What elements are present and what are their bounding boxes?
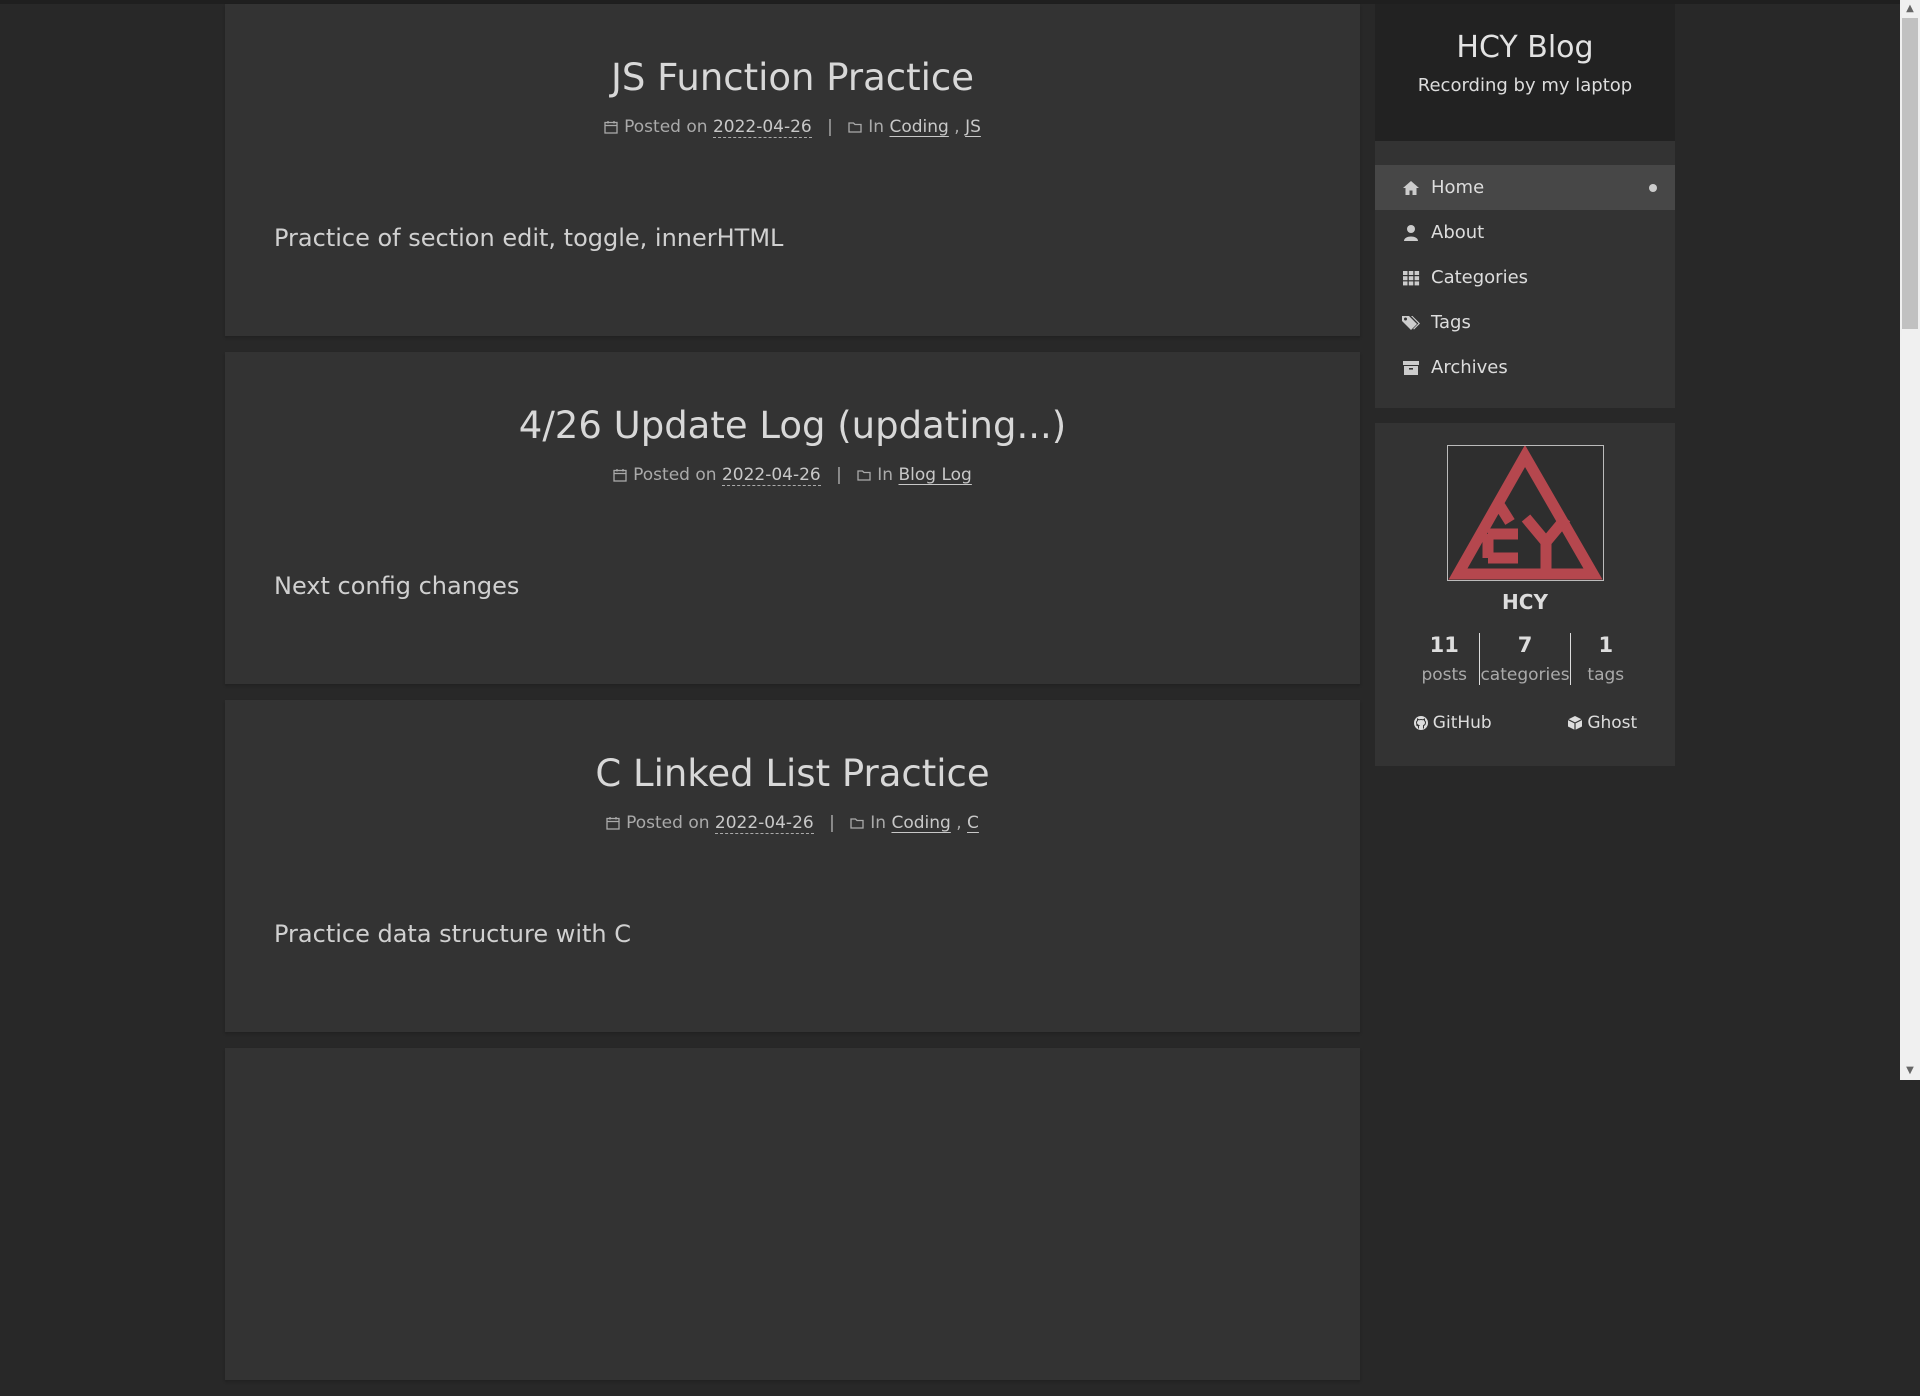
post-card: C Linked List Practice Posted on 2022-04… bbox=[225, 700, 1360, 1032]
menu-item-label: Tags bbox=[1431, 312, 1471, 333]
stat-label: posts bbox=[1421, 665, 1468, 685]
site-brand: HCY Blog Recording by my laptop bbox=[1375, 4, 1675, 141]
folder-icon bbox=[857, 470, 871, 481]
sidebar: HCY Blog Recording by my laptop Home Abo… bbox=[1375, 4, 1675, 766]
folder-icon bbox=[850, 818, 864, 829]
post-date[interactable]: 2022-04-26 bbox=[721, 465, 821, 486]
calendar-icon bbox=[613, 469, 627, 482]
archive-icon bbox=[1403, 360, 1419, 375]
category-link[interactable]: C bbox=[967, 813, 979, 833]
active-dot bbox=[1649, 184, 1657, 192]
home-icon bbox=[1403, 180, 1419, 195]
link-label: Ghost bbox=[1587, 713, 1638, 733]
post-title[interactable]: 4/26 Update Log (updating...) bbox=[225, 352, 1360, 447]
category-separator: , bbox=[954, 117, 960, 137]
menu-item-archives[interactable]: Archives bbox=[1375, 345, 1675, 390]
calendar-icon bbox=[604, 121, 618, 134]
stat-label: categories bbox=[1480, 665, 1570, 685]
category-link[interactable]: Coding bbox=[891, 813, 950, 833]
post-title[interactable]: JS Function Practice bbox=[225, 4, 1360, 99]
scroll-up-arrow-icon[interactable]: ▲ bbox=[1900, 0, 1920, 18]
post-meta: Posted on 2022-04-26 | In Coding , C bbox=[225, 813, 1360, 834]
category-link[interactable]: JS bbox=[965, 117, 981, 137]
menu-item-home[interactable]: Home bbox=[1375, 165, 1675, 210]
page-scrollbar[interactable]: ▲ ▼ bbox=[1900, 0, 1920, 1080]
post-list: JS Function Practice Posted on 2022-04-2… bbox=[225, 4, 1360, 1396]
stat-posts[interactable]: 11 posts bbox=[1409, 633, 1479, 685]
stat-count: 11 bbox=[1429, 633, 1459, 657]
stat-tags[interactable]: 1 tags bbox=[1569, 633, 1641, 685]
menu-item-categories[interactable]: Categories bbox=[1375, 255, 1675, 300]
meta-separator: | bbox=[827, 117, 833, 137]
hcy-logo bbox=[1448, 444, 1603, 580]
post-excerpt: Practice data structure with C bbox=[274, 920, 632, 948]
menu-item-label: Categories bbox=[1431, 267, 1529, 288]
folder-icon bbox=[848, 122, 862, 133]
in-label: In bbox=[868, 117, 885, 137]
category-link[interactable]: Coding bbox=[889, 117, 948, 137]
scroll-thumb[interactable] bbox=[1902, 18, 1918, 329]
scroll-down-arrow-icon[interactable]: ▼ bbox=[1900, 1062, 1920, 1080]
author-name: HCY bbox=[1502, 590, 1548, 614]
post-card bbox=[225, 1048, 1360, 1380]
posted-on-label: Posted on bbox=[626, 813, 710, 833]
github-icon bbox=[1413, 716, 1428, 730]
site-stats: 11 posts 7 categories 1 tags bbox=[1409, 633, 1641, 685]
post-title[interactable]: C Linked List Practice bbox=[225, 700, 1360, 795]
menu-item-about[interactable]: About bbox=[1375, 210, 1675, 255]
post-date[interactable]: 2022-04-26 bbox=[714, 813, 814, 834]
ghost-link[interactable]: Ghost bbox=[1567, 713, 1637, 733]
grid-icon bbox=[1403, 270, 1420, 285]
category-separator: , bbox=[956, 813, 962, 833]
stat-categories[interactable]: 7 categories bbox=[1479, 633, 1570, 685]
social-links: GitHub Ghost bbox=[1375, 713, 1675, 733]
ghost-icon bbox=[1568, 716, 1583, 730]
menu-item-tags[interactable]: Tags bbox=[1375, 300, 1675, 345]
post-meta: Posted on 2022-04-26 | In Blog Log bbox=[225, 465, 1360, 486]
menu-item-label: Archives bbox=[1431, 357, 1508, 378]
stat-count: 1 bbox=[1598, 633, 1614, 657]
user-icon bbox=[1404, 224, 1418, 241]
in-label: In bbox=[877, 465, 894, 485]
site-subtitle: Recording by my laptop bbox=[1417, 75, 1633, 96]
avatar[interactable] bbox=[1447, 444, 1604, 581]
in-label: In bbox=[870, 813, 887, 833]
category-link[interactable]: Blog Log bbox=[899, 465, 972, 485]
post-meta: Posted on 2022-04-26 | In Coding , JS bbox=[225, 117, 1360, 138]
menu-item-label: About bbox=[1431, 222, 1485, 243]
meta-separator: | bbox=[829, 813, 835, 833]
post-excerpt: Next config changes bbox=[274, 572, 520, 600]
post-card: 4/26 Update Log (updating...) Posted on … bbox=[225, 352, 1360, 684]
menu-item-label: Home bbox=[1431, 177, 1485, 198]
main-menu: Home About Categories Tags Archives bbox=[1375, 141, 1675, 408]
post-date[interactable]: 2022-04-26 bbox=[712, 117, 812, 138]
post-card: JS Function Practice Posted on 2022-04-2… bbox=[225, 4, 1360, 336]
post-excerpt: Practice of section edit, toggle, innerH… bbox=[274, 224, 784, 252]
calendar-icon bbox=[606, 817, 620, 830]
stat-label: tags bbox=[1587, 665, 1625, 685]
author-overview: HCY 11 posts 7 categories 1 tags GitHub bbox=[1375, 423, 1675, 766]
site-title[interactable]: HCY Blog bbox=[1375, 4, 1675, 65]
tags-icon bbox=[1402, 315, 1420, 330]
posted-on-label: Posted on bbox=[624, 117, 708, 137]
github-link[interactable]: GitHub bbox=[1413, 713, 1492, 733]
link-label: GitHub bbox=[1432, 713, 1492, 733]
stat-count: 7 bbox=[1517, 633, 1533, 657]
meta-separator: | bbox=[836, 465, 842, 485]
posted-on-label: Posted on bbox=[633, 465, 717, 485]
